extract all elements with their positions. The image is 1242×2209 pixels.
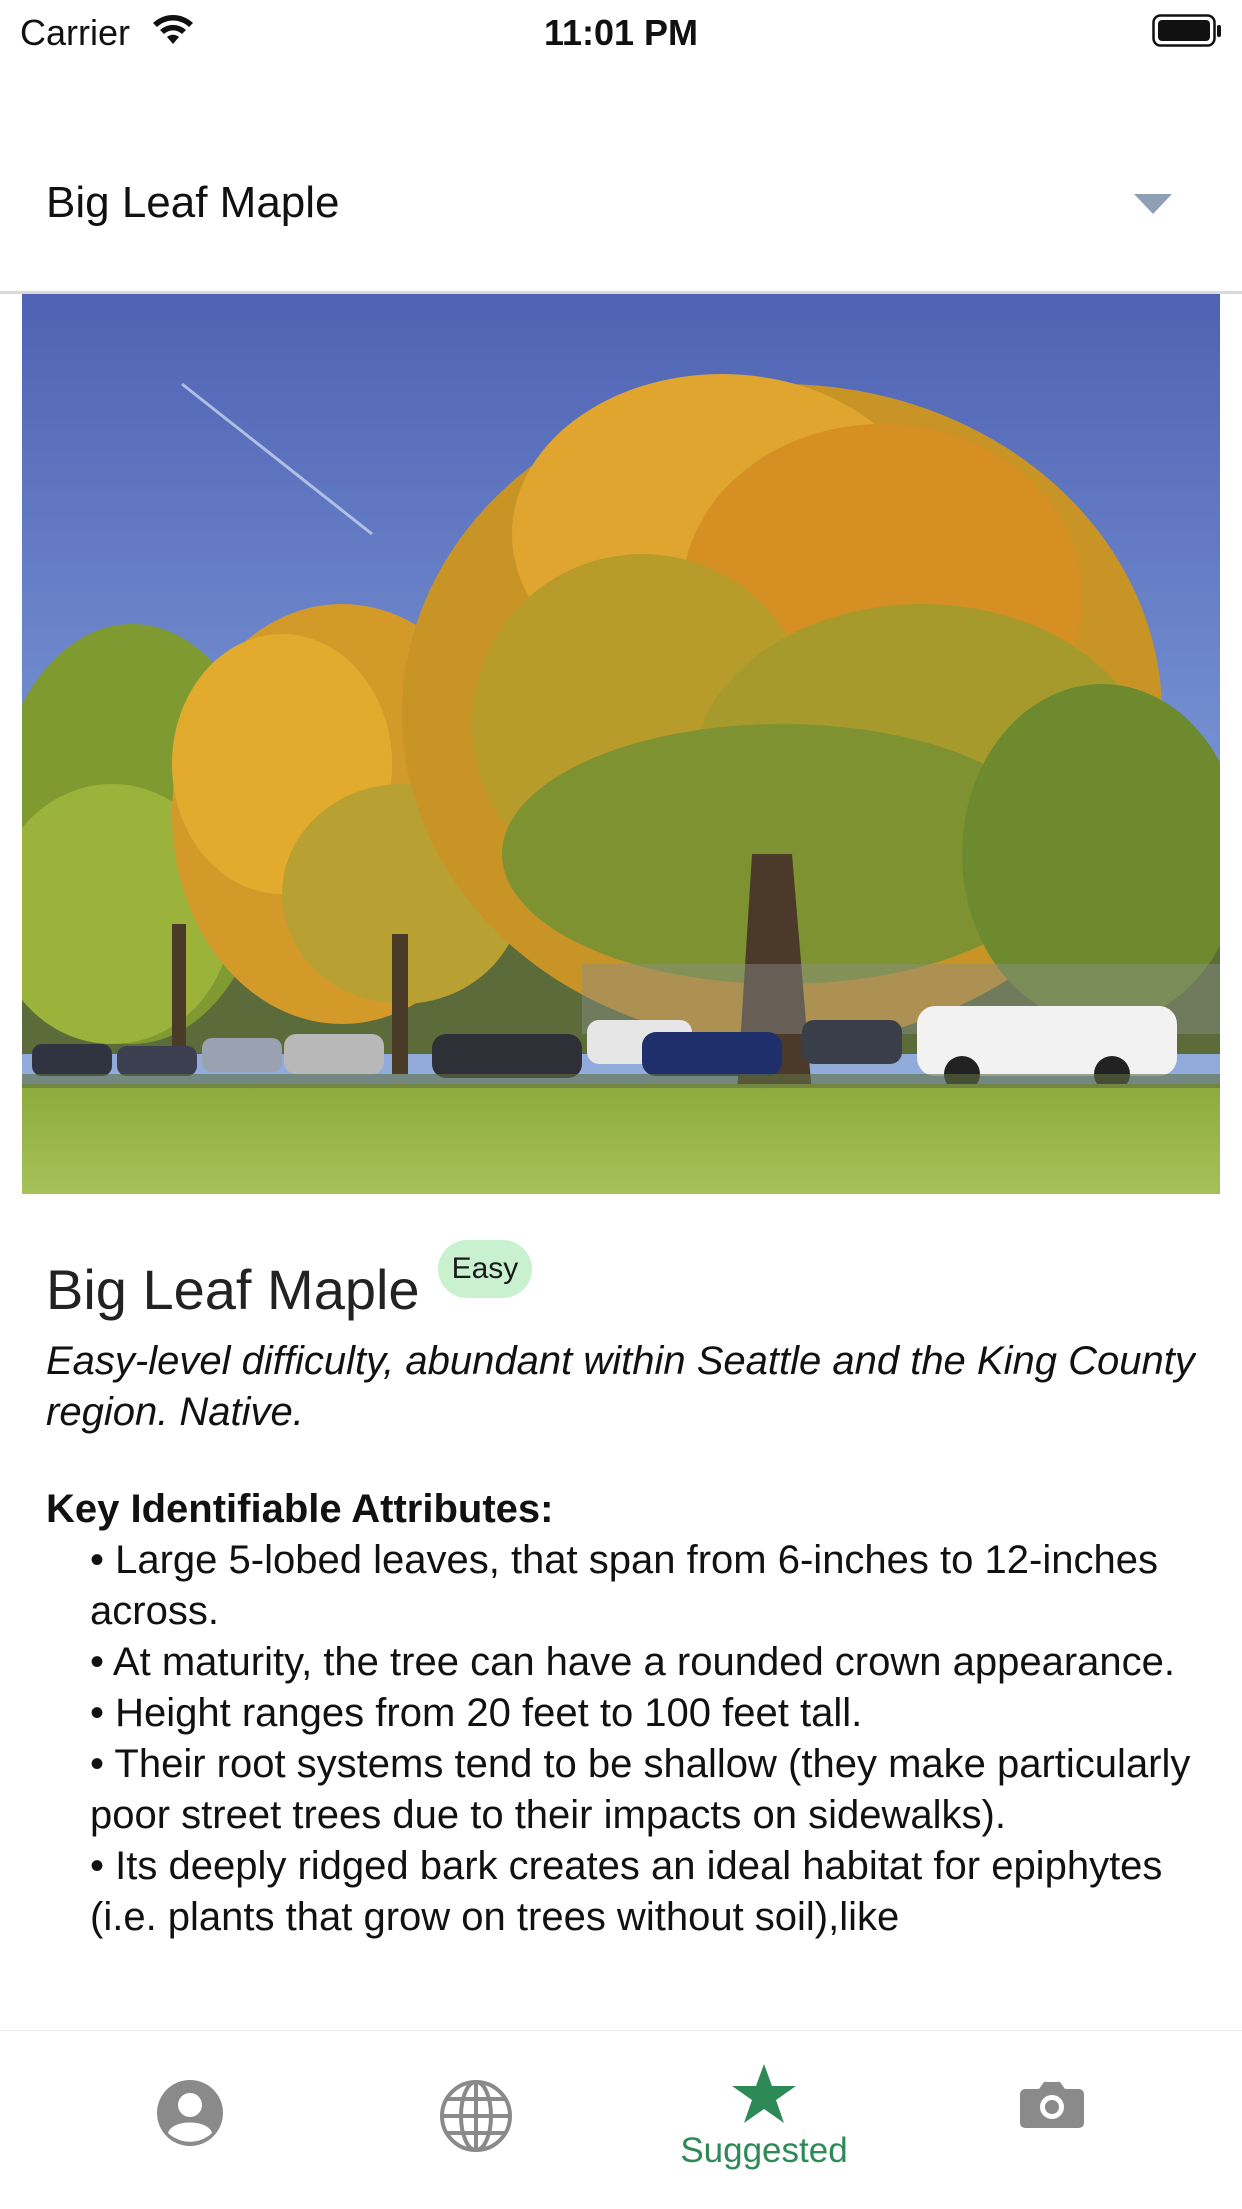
tree-details: Big Leaf Maple Easy Easy-level difficult… — [46, 1230, 1196, 2030]
tab-suggested-label: Suggested — [680, 2131, 848, 2170]
chevron-down-icon[interactable] — [1134, 194, 1172, 214]
difficulty-badge: Easy — [437, 1240, 533, 1298]
battery-icon — [1152, 14, 1222, 48]
tab-bar: Suggested — [0, 2030, 1242, 2209]
tree-photo — [22, 294, 1220, 1194]
tab-suggested[interactable]: Suggested — [654, 2031, 874, 2209]
tab-explore[interactable] — [366, 2031, 586, 2209]
status-time: 11:01 PM — [543, 12, 699, 53]
star-icon — [731, 2063, 797, 2130]
title-row: Big Leaf Maple Easy — [46, 1230, 1196, 1322]
attribute-item: • Their root systems tend to be shallow … — [90, 1742, 1191, 1837]
tab-profile[interactable] — [80, 2031, 300, 2209]
profile-icon — [156, 2079, 224, 2152]
attribute-item: • At maturity, the tree can have a round… — [90, 1640, 1176, 1684]
tree-selector-dropdown[interactable]: Big Leaf Maple — [0, 130, 1242, 290]
camera-icon — [1019, 2079, 1085, 2134]
attributes-list: • Large 5-lobed leaves, that span from 6… — [46, 1535, 1196, 1943]
attributes-heading: Key Identifiable Attributes: — [46, 1487, 554, 1531]
globe-icon — [439, 2079, 513, 2158]
tab-camera[interactable] — [942, 2031, 1162, 2209]
attribute-item: • Height ranges from 20 feet to 100 feet… — [90, 1691, 863, 1735]
tree-title: Big Leaf Maple — [46, 1258, 420, 1321]
selected-tree-name: Big Leaf Maple — [46, 178, 340, 227]
status-bar: Carrier 11:01 PM — [0, 0, 1242, 62]
tree-summary: Easy-level difficulty, abundant within S… — [46, 1339, 1195, 1434]
attribute-item: • Its deeply ridged bark creates an idea… — [90, 1844, 1163, 1939]
attribute-item: • Large 5-lobed leaves, that span from 6… — [90, 1538, 1158, 1633]
